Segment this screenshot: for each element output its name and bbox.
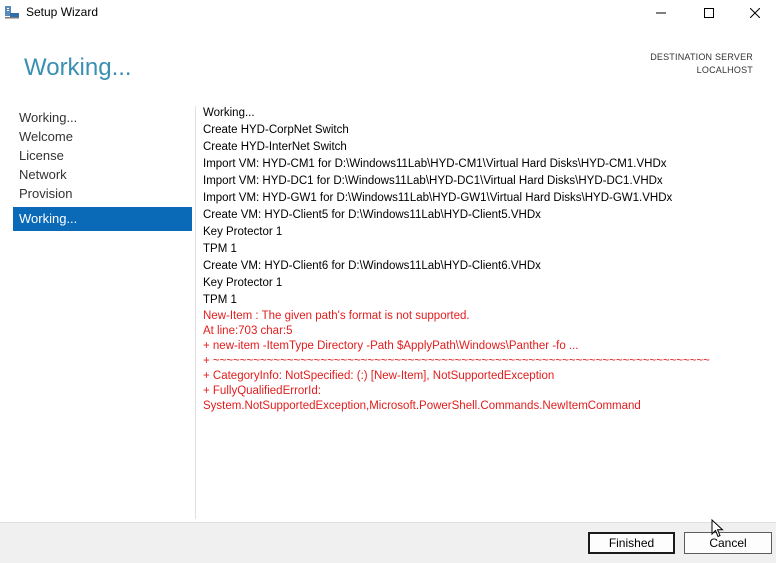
- log-line: Key Protector 1: [203, 226, 283, 238]
- log-line: TPM 1: [203, 294, 237, 306]
- nav-item-welcome[interactable]: Welcome: [13, 127, 192, 146]
- log-line: Create HYD-CorpNet Switch: [203, 124, 349, 136]
- nav-item-working-active[interactable]: Working...: [13, 207, 192, 231]
- nav-item-working[interactable]: Working...: [13, 108, 192, 127]
- cancel-button[interactable]: Cancel: [684, 532, 772, 554]
- destination-server: DESTINATION SERVER LOCALHOST: [650, 51, 753, 77]
- mouse-pointer-icon: [711, 519, 724, 538]
- close-button[interactable]: [732, 0, 776, 25]
- progress-log: Working... Create HYD-CorpNet Switch Cre…: [203, 105, 773, 414]
- log-line: Create VM: HYD-Client6 for D:\Windows11L…: [203, 260, 541, 272]
- error-line: + CategoryInfo: NotSpecified: (:) [New-I…: [203, 370, 555, 382]
- wizard-steps-nav: Working... Welcome License Network Provi…: [13, 108, 192, 231]
- log-line: Import VM: HYD-DC1 for D:\Windows11Lab\H…: [203, 175, 663, 187]
- log-line: Create VM: HYD-Client5 for D:\Windows11L…: [203, 209, 541, 221]
- nav-item-license[interactable]: License: [13, 146, 192, 165]
- log-line: TPM 1: [203, 243, 237, 255]
- page-heading: Working...: [24, 54, 132, 81]
- error-line: + new-item -ItemType Directory -Path $Ap…: [203, 340, 579, 352]
- error-line: + FullyQualifiedErrorId:: [203, 385, 321, 397]
- minimize-button[interactable]: [638, 0, 684, 25]
- nav-item-network[interactable]: Network: [13, 165, 192, 184]
- title-bar: Setup Wizard: [0, 0, 776, 25]
- nav-item-provision[interactable]: Provision: [13, 184, 192, 203]
- button-bar: Finished Cancel: [0, 522, 776, 563]
- log-line: Create HYD-InterNet Switch: [203, 141, 347, 153]
- error-line: New-Item : The given path's format is no…: [203, 310, 470, 322]
- maximize-icon: [704, 7, 714, 18]
- log-line: Import VM: HYD-GW1 for D:\Windows11Lab\H…: [203, 192, 673, 204]
- error-line: At line:703 char:5: [203, 325, 293, 337]
- destination-server-label: DESTINATION SERVER: [650, 52, 753, 62]
- error-line: System.NotSupportedException,Microsoft.P…: [203, 400, 641, 412]
- window-title: Setup Wizard: [26, 5, 99, 19]
- minimize-icon: [656, 12, 666, 13]
- maximize-button[interactable]: [686, 0, 732, 25]
- log-line: Key Protector 1: [203, 277, 283, 289]
- nav-divider: [195, 106, 196, 519]
- log-line: Working...: [203, 107, 255, 119]
- log-line: Import VM: HYD-CM1 for D:\Windows11Lab\H…: [203, 158, 667, 170]
- close-icon: [750, 7, 760, 18]
- error-line: + ~~~~~~~~~~~~~~~~~~~~~~~~~~~~~~~~~~~~~~…: [203, 355, 710, 367]
- setup-wizard-app-icon: [5, 6, 19, 19]
- destination-server-value: LOCALHOST: [696, 65, 753, 75]
- finished-button[interactable]: Finished: [588, 532, 675, 554]
